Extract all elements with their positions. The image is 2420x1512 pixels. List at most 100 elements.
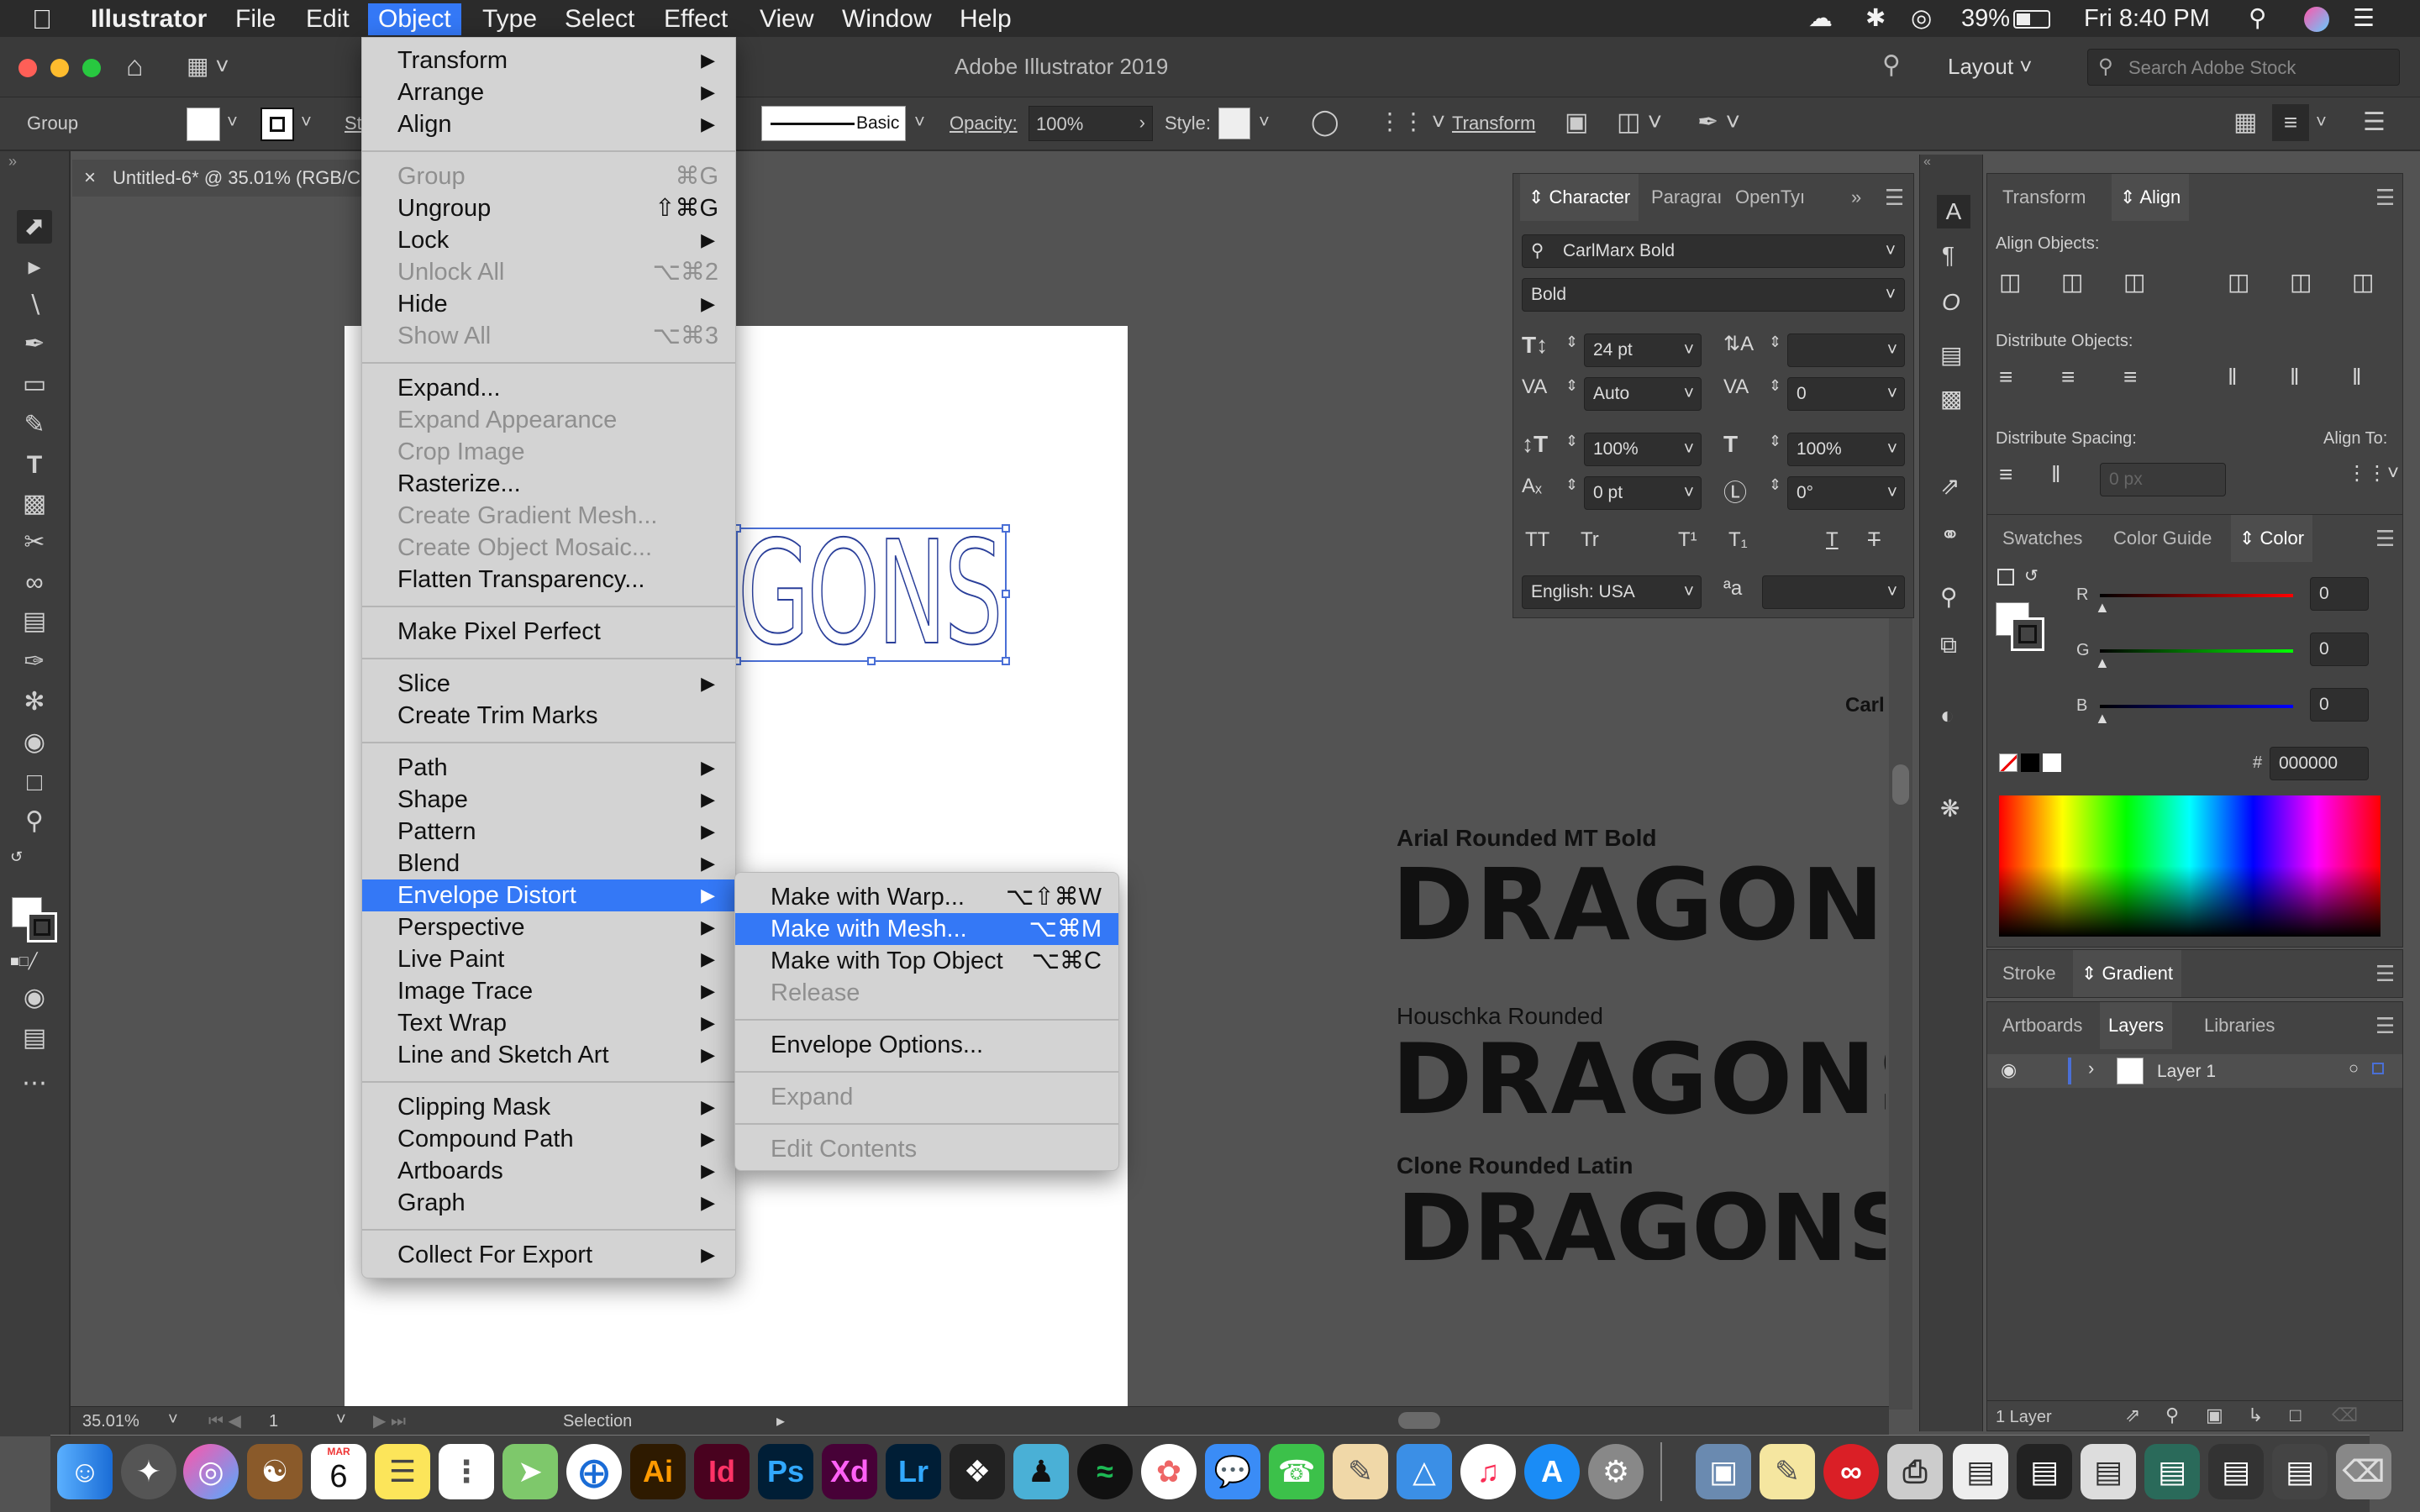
arrange-icon[interactable]: ▦ [2233,108,2257,137]
export-layer-icon[interactable]: ⇗ [2125,1404,2140,1426]
object-menu-item-lock[interactable]: Lock ▶ [362,224,735,256]
pages-icon[interactable]: ✎ [1333,1444,1388,1499]
rotation-stepper-icon[interactable]: ⇕ [1769,476,1781,494]
tab-gradient[interactable]: ⇕ Gradient [2073,950,2181,997]
distribute-top-icon[interactable]: ≡ [1999,364,2012,391]
object-menu-item-align[interactable]: Align ▶ [362,108,735,140]
stroke-label[interactable]: St [345,113,362,134]
sample-dragons-3[interactable]: DRAGONS [1397,1174,1886,1260]
object-menu-item-pattern[interactable]: Pattern ▶ [362,816,735,848]
line-tool-icon[interactable]: ∖ [17,289,52,323]
spotlight-icon[interactable]: ⚲ [2249,0,2266,37]
graphic-style-swatch[interactable] [1218,108,1250,139]
transform-link[interactable]: Transform [1452,113,1535,134]
selection-handle[interactable] [1002,590,1010,598]
horizontal-distribute-space-icon[interactable]: ‖ [2051,461,2061,488]
object-menu-item-path[interactable]: Path ▶ [362,752,735,784]
font-size-stepper-icon[interactable]: ⇕ [1565,333,1578,351]
system-preferences-icon[interactable]: ⚙ [1588,1444,1644,1499]
rectangle-tool-icon[interactable]: ▭ [17,368,52,402]
more-tools-icon[interactable]: ⋯ [17,1067,52,1100]
baseline-shift-field[interactable]: 0 pt ˅ [1584,476,1702,510]
finder-icon[interactable]: ☺ [57,1444,113,1499]
close-window-button[interactable] [18,59,37,77]
lightroom-dock-icon[interactable]: Lr [886,1444,941,1499]
tab-color-guide[interactable]: Color Guide [2105,515,2220,562]
color-panel-menu-icon[interactable]: ☰ [2367,515,2403,562]
kerning-dropdown-icon[interactable]: ˅ [1684,378,1694,410]
none-color-swatch[interactable] [1999,753,2018,772]
links-panel-icon[interactable]: ⚭ [1940,521,1960,549]
screenshot-4-icon[interactable]: ▤ [2208,1444,2264,1499]
distribute-left-icon[interactable]: ‖ [2228,364,2238,391]
document-tab[interactable]: × Untitled-6* @ 35.01% (RGB/C [72,160,368,197]
lasso-tool-icon[interactable]: ∞ [17,566,52,600]
envelope-menu-item-make-with-mesh[interactable]: Make with Mesh... ⌥⌘M [735,913,1118,945]
panel-toggle-icon[interactable]: ≡ [2272,104,2309,141]
tab-paragraph[interactable]: Paragraı [1643,174,1725,221]
baseline-stepper-icon[interactable]: ⇕ [1565,476,1578,494]
object-menu-item-artboards[interactable]: Artboards ▶ [362,1155,735,1187]
minimize-window-button[interactable] [50,59,69,77]
envelope-menu-item-make-with-warp[interactable]: Make with Warp... ⌥⇧⌘W [735,881,1118,913]
type-tool-icon[interactable]: T [17,449,52,482]
clipping-mask-icon[interactable]: ▣ [2206,1404,2223,1426]
all-caps-icon[interactable]: TT [1525,528,1549,552]
font-style-field[interactable]: Bold ˅ [1522,278,1905,312]
language-field[interactable]: English: USA ˅ [1522,575,1702,609]
shape-mode-icon[interactable]: ◫ ˅ [1617,108,1662,137]
indesign-dock-icon[interactable]: Id [694,1444,750,1499]
kindle-icon[interactable]: ♟ [1013,1444,1069,1499]
align-to-selection-icon[interactable]: ⋮⋮˅ [2347,461,2399,486]
menu-select[interactable]: Select [555,3,644,35]
glyphs-panel-icon[interactable]: ▤ [1940,341,1962,369]
layer-selected-icon[interactable] [2372,1063,2384,1074]
selection-bounding-box[interactable]: GONS [733,513,1010,675]
object-menu-item-hide[interactable]: Hide ▶ [362,288,735,320]
object-menu-item-create-trim-marks[interactable]: Create Trim Marks [362,700,735,732]
siri-icon[interactable] [2304,7,2329,32]
menu-type[interactable]: Type [472,3,547,35]
align-top-icon[interactable]: ◫ [2228,268,2249,296]
isolate-icon[interactable]: ▣ [1565,108,1588,137]
artboard-dropdown-icon[interactable]: ˅ [336,1410,346,1430]
launchpad-icon[interactable]: ✦ [121,1444,176,1499]
gradient-tool-icon[interactable]: ▤ [17,605,52,638]
workspace-switcher[interactable]: Layout ˅ [1948,54,2033,80]
music-icon[interactable]: ♫ [1460,1444,1516,1499]
siri-dock-icon[interactable]: ◎ [183,1444,239,1499]
pencil-tool-icon[interactable]: ✎ [17,408,52,442]
vertical-scale-dropdown-icon[interactable]: ˅ [1684,433,1694,465]
notes-icon[interactable]: ☰ [375,1444,430,1499]
opacity-label[interactable]: Opacity: [950,113,1018,134]
scissors-tool-icon[interactable]: ✂ [17,526,52,559]
object-menu-item-perspective[interactable]: Perspective ▶ [362,911,735,943]
zoom-window-button[interactable] [82,59,101,77]
envelope-menu-item-envelope-options[interactable]: Envelope Options... [735,1029,1118,1061]
notification-center-icon[interactable]: ☰ [2353,0,2375,37]
illustrator-dock-icon[interactable]: Ai [630,1444,686,1499]
direct-selection-tool-icon[interactable]: ▸ [17,250,52,284]
leading-dropdown-icon[interactable]: ˅ [1887,334,1897,366]
object-menu-item-line-and-sketch-art[interactable]: Line and Sketch Art ▶ [362,1039,735,1071]
delete-layer-icon[interactable]: ⌫ [2332,1404,2358,1426]
recolor-artwork-icon[interactable]: ◯ [1311,108,1339,137]
opacity-field[interactable]: 100% › [1028,106,1153,141]
battery-percent[interactable]: 39% [1961,0,2010,37]
stock-search-field[interactable]: ⚲ Search Adobe Stock [2087,49,2400,86]
object-menu-item-text-wrap[interactable]: Text Wrap ▶ [362,1007,735,1039]
tab-color[interactable]: ⇕ Color [2231,515,2313,562]
blue-slider[interactable] [2100,705,2293,708]
swap-colors-icon[interactable]: ↺ [2024,565,2039,586]
downloads-folder-icon[interactable]: ▤ [1953,1444,2008,1499]
facetime-icon[interactable]: ☎ [1269,1444,1324,1499]
paragraph-panel-icon[interactable]: ¶ [1942,242,1954,269]
color-stroke-box[interactable] [2011,617,2044,651]
stickies-icon[interactable]: ✎ [1760,1444,1815,1499]
home-icon[interactable]: ⌂ [126,50,144,83]
screen-mode-icon[interactable]: ▤ [17,1021,52,1055]
object-menu-item-image-trace[interactable]: Image Trace ▶ [362,975,735,1007]
vertical-scale-field[interactable]: 100% ˅ [1584,433,1702,466]
object-menu-item-shape[interactable]: Shape ▶ [362,784,735,816]
distribute-horizontal-center-icon[interactable]: ‖ [2290,364,2300,391]
